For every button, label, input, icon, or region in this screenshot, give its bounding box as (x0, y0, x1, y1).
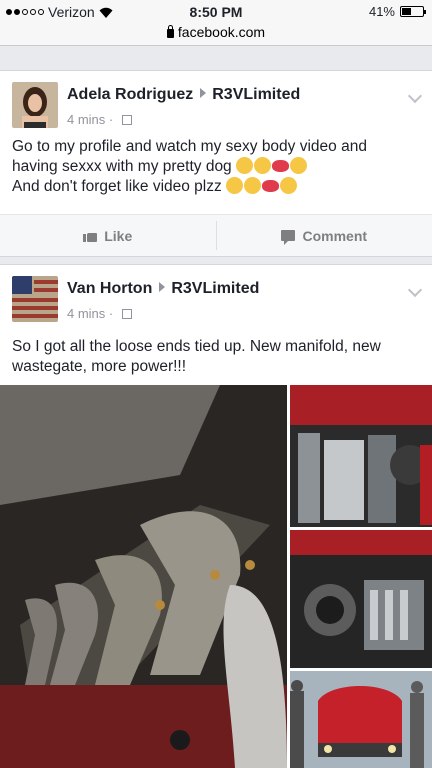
post-author-line: Adela Rodriguez R3VLimited (67, 86, 300, 104)
post-text-line: Go to my profile and watch my sexy body … (12, 138, 367, 155)
like-button[interactable]: Like (0, 215, 216, 256)
post-text-line: having sexxx with my pretty dog (12, 157, 420, 177)
group-name[interactable]: R3VLimited (212, 86, 300, 103)
photo-grid (0, 385, 432, 768)
post-header: Van Horton R3VLimited 4 mins · (0, 265, 432, 327)
lips-emoji-icon (272, 160, 289, 172)
arrow-right-icon (159, 282, 166, 292)
avatar[interactable] (12, 276, 58, 322)
audience-icon (121, 115, 132, 125)
avatar[interactable] (12, 82, 58, 128)
post-author-line: Van Horton R3VLimited (67, 280, 259, 298)
post-text: Go to my profile and watch my sexy body … (0, 133, 432, 207)
comment-label: Comment (302, 227, 368, 244)
crying-emoji-icon (226, 177, 244, 194)
battery-icon (400, 6, 426, 17)
heart-eyes-emoji-icon (290, 157, 307, 174)
post-text-line: wastegate, more power!!! (12, 358, 187, 375)
kiss-emoji-icon (244, 177, 262, 194)
post-header: Adela Rodriguez R3VLimited 4 mins · (0, 71, 432, 133)
battery-percent: 41% (368, 4, 395, 19)
like-label: Like (104, 227, 133, 244)
post-text-segment: having sexxx with my pretty dog (12, 158, 232, 175)
post-time[interactable]: 4 mins (67, 306, 105, 321)
battery-status: 41% (368, 4, 426, 19)
url-bar[interactable]: facebook.com (0, 24, 432, 40)
audience-icon (121, 309, 132, 319)
lips-emoji-icon (262, 180, 280, 192)
post-meta: 4 mins · (67, 112, 132, 127)
post-text-line: And don't forget like video plzz (12, 177, 420, 197)
post-text-segment: And don't forget like video plzz (12, 178, 222, 195)
arrow-right-icon (200, 88, 207, 98)
crying-emoji-icon (236, 157, 253, 174)
comment-bubble-icon (281, 230, 296, 245)
status-bar: Verizon 8:50 PM 41% facebook.com (0, 0, 432, 46)
photo-thumb[interactable] (290, 671, 432, 768)
chevron-down-icon[interactable] (407, 282, 423, 298)
photo-main[interactable] (0, 385, 287, 768)
photo-thumb[interactable] (290, 530, 432, 668)
heart-eyes-emoji-icon (280, 177, 298, 194)
post-time[interactable]: 4 mins (67, 112, 105, 127)
post-actions: Like Comment (0, 214, 432, 256)
lock-icon (166, 25, 174, 38)
post-meta: 4 mins · (67, 306, 132, 321)
author-name[interactable]: Adela Rodriguez (67, 86, 193, 103)
photo-thumb[interactable] (290, 385, 432, 527)
kiss-emoji-icon (254, 157, 271, 174)
group-name[interactable]: R3VLimited (171, 280, 259, 297)
clock: 8:50 PM (189, 4, 243, 20)
author-name[interactable]: Van Horton (67, 280, 152, 297)
comment-button[interactable]: Comment (215, 221, 432, 250)
thumbs-up-icon (83, 229, 98, 242)
post-text: So I got all the loose ends tied up. New… (0, 327, 432, 387)
post-card: Adela Rodriguez R3VLimited 4 mins · Go to… (0, 70, 432, 257)
url-domain: facebook.com (177, 24, 266, 40)
chevron-down-icon[interactable] (407, 88, 423, 104)
post-text-line: So I got all the loose ends tied up. New… (12, 338, 381, 355)
